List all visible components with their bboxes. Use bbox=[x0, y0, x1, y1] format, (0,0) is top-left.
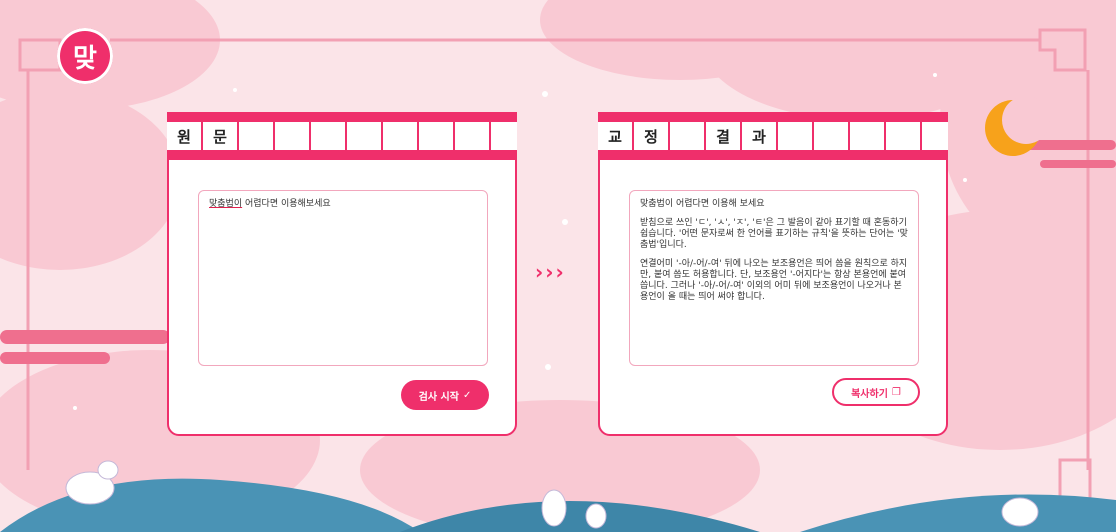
title-cell bbox=[670, 122, 706, 150]
result-text-area: 맞춤법이 어렵다면 이용해 보세요 받침으로 쓰인 'ㄷ', 'ㅅ', 'ㅈ',… bbox=[629, 190, 919, 366]
title-cell bbox=[383, 122, 419, 150]
title-cell: 결 bbox=[706, 122, 742, 150]
original-panel: 원 문 맞춤법이 어렵다면 이용해보세요 검사 시작 ✓ bbox=[167, 112, 517, 436]
title-cell bbox=[347, 122, 383, 150]
result-paragraph: 받침으로 쓰인 'ㄷ', 'ㅅ', 'ㅈ', 'ㅌ'은 그 발음이 같아 표기할… bbox=[640, 218, 908, 250]
arrow-separator: ››› bbox=[535, 260, 566, 284]
spelling-error-word: 맞춤법이 bbox=[209, 199, 243, 209]
result-paragraph: 맞춤법이 어렵다면 이용해 보세요 bbox=[640, 199, 765, 209]
title-cell: 원 bbox=[167, 122, 203, 150]
copy-label: 복사하기 bbox=[851, 388, 888, 400]
original-title-bar: 원 문 bbox=[167, 112, 517, 160]
app-logo[interactable]: 맞 bbox=[57, 28, 113, 84]
logo-text: 맞 bbox=[73, 43, 97, 74]
title-cell: 교 bbox=[598, 122, 634, 150]
title-cell bbox=[419, 122, 455, 150]
original-text-rest: 어렵다면 이용해보세요 bbox=[242, 199, 331, 209]
original-text-input[interactable]: 맞춤법이 어렵다면 이용해보세요 bbox=[198, 190, 488, 366]
title-cell bbox=[778, 122, 814, 150]
title-cell bbox=[814, 122, 850, 150]
title-cell bbox=[455, 122, 491, 150]
title-cell: 정 bbox=[634, 122, 670, 150]
title-cell bbox=[850, 122, 886, 150]
title-cell: 문 bbox=[203, 122, 239, 150]
result-paragraph: 연결어미 '-아/-어/-여' 뒤에 나오는 보조용언은 띄어 씀을 원칙으로 … bbox=[640, 259, 908, 302]
title-cell bbox=[491, 122, 517, 150]
title-cell bbox=[922, 122, 948, 150]
copy-icon: ❐ bbox=[891, 386, 901, 398]
check-icon: ✓ bbox=[462, 389, 472, 401]
check-start-label: 검사 시작 bbox=[418, 391, 459, 403]
title-cell bbox=[275, 122, 311, 150]
copy-button[interactable]: 복사하기 ❐ bbox=[832, 378, 920, 406]
result-title-bar: 교 정 결 과 bbox=[598, 112, 948, 160]
title-cell bbox=[886, 122, 922, 150]
title-cell bbox=[239, 122, 275, 150]
check-start-button[interactable]: 검사 시작 ✓ bbox=[401, 380, 489, 410]
title-cell: 과 bbox=[742, 122, 778, 150]
result-panel: 교 정 결 과 맞춤법이 어렵다면 이용해 보세요 받침으로 쓰인 'ㄷ', '… bbox=[598, 112, 948, 436]
title-cell bbox=[311, 122, 347, 150]
